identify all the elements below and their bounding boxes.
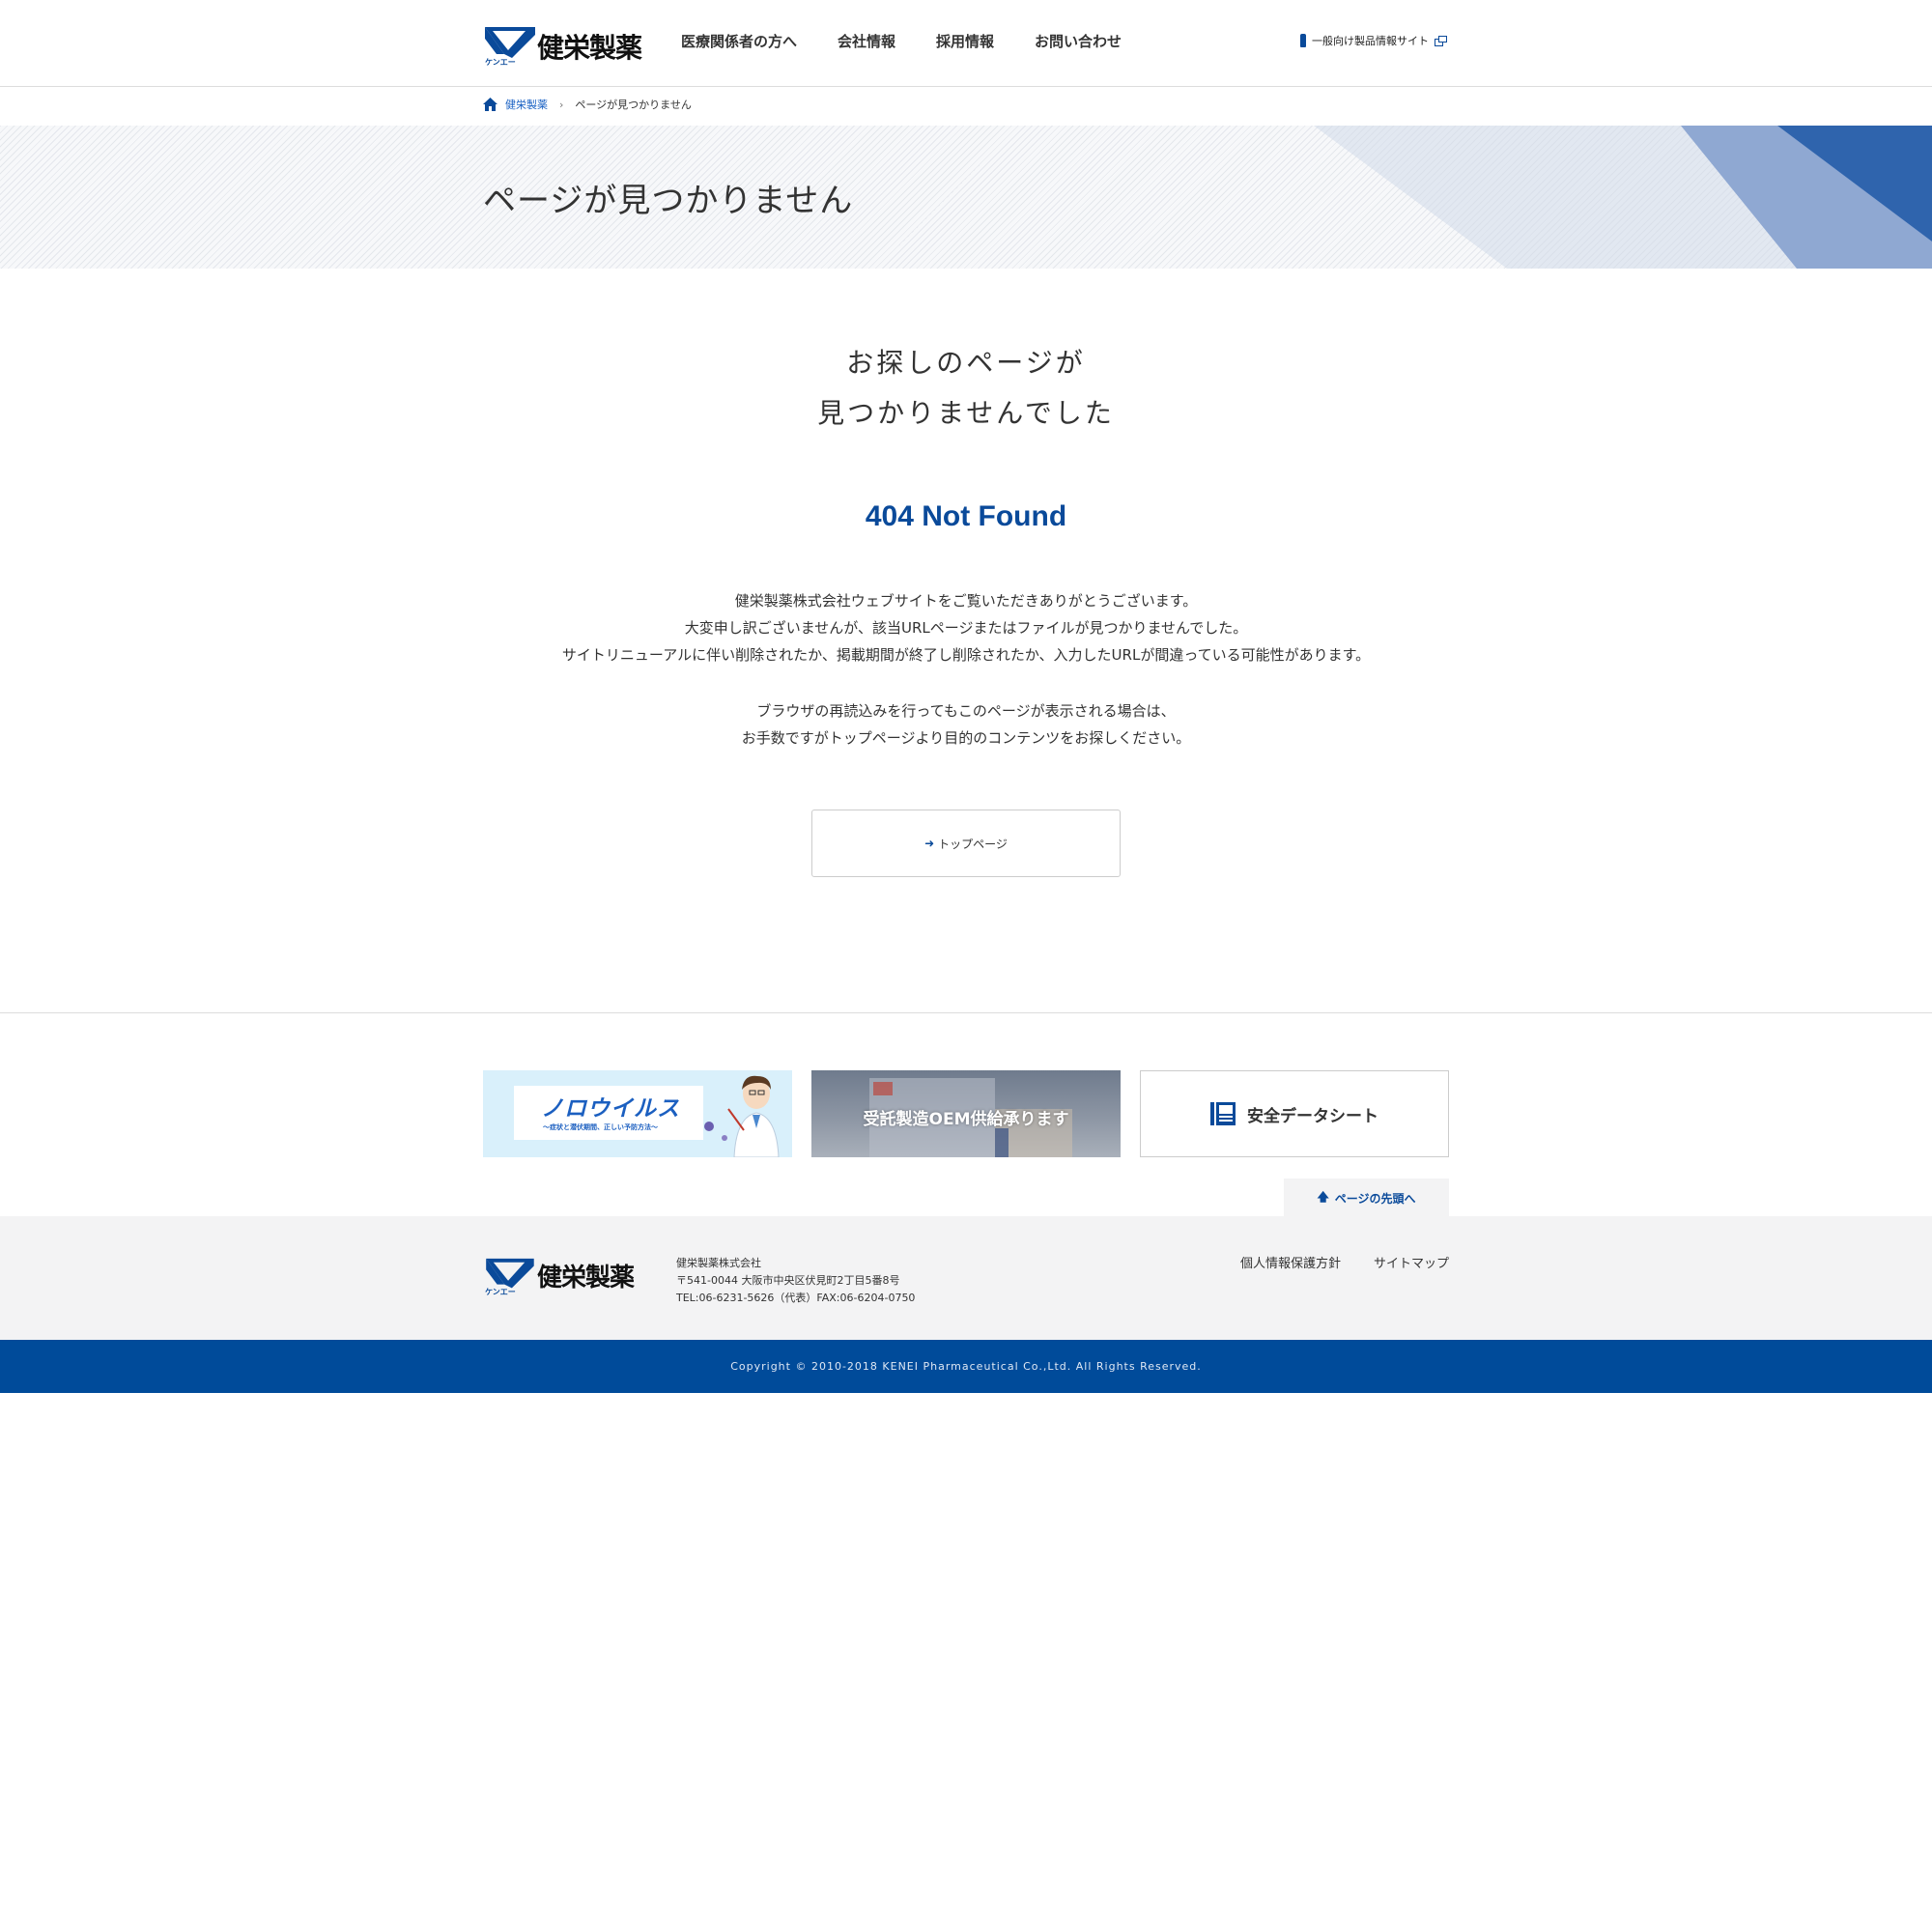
title-band-decoration <box>1314 126 1932 269</box>
page-top-label: ページの先頭へ <box>1334 1191 1416 1206</box>
status-code: 404 Not Found <box>865 500 1067 532</box>
breadcrumb-current: ページが見つかりません <box>575 99 692 111</box>
top-page-button[interactable]: ➜ トップページ <box>811 810 1121 877</box>
global-nav: 医療関係者の方へ 会社情報 採用情報 お問い合わせ <box>681 29 1162 54</box>
desc-line: 健栄製薬株式会社ウェブサイトをご覧いただきありがとうございます。 <box>734 592 1198 610</box>
arrow-up-icon: 🡅 <box>1317 1189 1329 1204</box>
main-heading-line2: 見つかりませんでした <box>817 397 1115 429</box>
description: 健栄製薬株式会社ウェブサイトをご覧いただきありがとうございます。 大変申し訳ござ… <box>0 587 1932 752</box>
main-heading: お探しのページが 見つかりませんでした <box>0 338 1932 439</box>
safety-data-sheet-banner[interactable]: 安全データシート <box>1140 1070 1449 1157</box>
top-page-button-label: トップページ <box>938 837 1008 851</box>
chevron-right-icon: › <box>559 98 564 111</box>
company-address: 〒541-0044 大阪市中央区伏見町2丁目5番8号 <box>676 1274 900 1287</box>
privacy-policy-link[interactable]: 個人情報保護方針 <box>1240 1253 1341 1271</box>
logo-kana: ケンエー <box>485 58 516 67</box>
footer-links: 個人情報保護方針 サイトマップ <box>1208 1253 1449 1271</box>
site-footer: ケンエー 健栄製薬 健栄製薬株式会社 〒541-0044 大阪市中央区伏見町2丁… <box>0 1216 1932 1340</box>
sitemap-link[interactable]: サイトマップ <box>1374 1253 1449 1271</box>
footer-logo-text: 健栄製薬 <box>537 1264 635 1293</box>
site-header: ケンエー 健栄製薬 医療関係者の方へ 会社情報 採用情報 お問い合わせ 一般向け… <box>0 0 1932 87</box>
logo-kana: ケンエー <box>485 1288 516 1296</box>
consumer-site-label: 一般向け製品情報サイト <box>1312 35 1429 47</box>
footer-logo[interactable]: ケンエー 健栄製薬 <box>483 1257 635 1296</box>
arrow-right-icon: ➜ <box>924 837 935 850</box>
nav-contact[interactable]: お問い合わせ <box>1035 29 1122 54</box>
nav-recruit[interactable]: 採用情報 <box>936 29 994 54</box>
breadcrumb-home-link[interactable]: 健栄製薬 <box>505 97 548 112</box>
page-top-button[interactable]: 🡅 ページの先頭へ <box>1284 1179 1449 1217</box>
norovirus-title: ノロウイルス <box>541 1096 680 1122</box>
desc-line: ブラウザの再読込みを行ってもこのページが表示される場合は、 <box>756 702 1176 720</box>
bottle-icon <box>1300 34 1306 47</box>
external-link-icon <box>1435 35 1447 46</box>
company-info: 健栄製薬株式会社 〒541-0044 大阪市中央区伏見町2丁目5番8号 TEL:… <box>676 1255 915 1307</box>
oem-banner-label: 受託製造OEM供給承ります <box>863 1110 1069 1129</box>
norovirus-subtitle: 〜症状と潜伏期間、正しい予防方法〜 <box>543 1123 658 1131</box>
copyright: Copyright © 2010-2018 KENEI Pharmaceutic… <box>0 1340 1932 1393</box>
logo-text: 健栄製薬 <box>537 32 642 64</box>
nav-medical[interactable]: 医療関係者の方へ <box>681 29 797 54</box>
doctor-illustration-icon <box>727 1075 780 1157</box>
company-tel: TEL:06-6231-5626（代表）FAX:06-6204-0750 <box>676 1292 916 1304</box>
main-heading-line1: お探しのページが <box>846 347 1086 379</box>
norovirus-banner[interactable]: ノロウイルス 〜症状と潜伏期間、正しい予防方法〜 <box>483 1070 792 1157</box>
site-logo[interactable]: ケンエー 健栄製薬 <box>483 23 647 67</box>
logo-mark-icon: ケンエー <box>483 25 535 67</box>
company-name: 健栄製薬株式会社 <box>676 1257 761 1269</box>
desc-line: お手数ですがトップページより目的のコンテンツをお探しください。 <box>741 729 1191 747</box>
nav-company[interactable]: 会社情報 <box>838 29 895 54</box>
page-title: ページが見つかりません <box>483 182 854 220</box>
logo-mark-icon: ケンエー <box>483 1257 535 1296</box>
oem-banner[interactable]: 受託製造OEM供給承ります <box>811 1070 1121 1157</box>
home-icon <box>483 98 497 111</box>
section-divider <box>0 1012 1932 1013</box>
document-icon <box>1210 1102 1236 1125</box>
breadcrumb: 健栄製薬 › ページが見つかりません <box>483 97 692 112</box>
consumer-site-link[interactable]: 一般向け製品情報サイト <box>1300 33 1447 48</box>
desc-line: サイトリニューアルに伴い削除されたか、掲載期間が終了し削除されたか、入力したUR… <box>561 646 1371 664</box>
desc-line: 大変申し訳ございませんが、該当URLページまたはファイルが見つかりませんでした。 <box>684 619 1248 637</box>
title-band: ページが見つかりません <box>0 126 1932 269</box>
sds-banner-label: 安全データシート <box>1247 1106 1378 1126</box>
